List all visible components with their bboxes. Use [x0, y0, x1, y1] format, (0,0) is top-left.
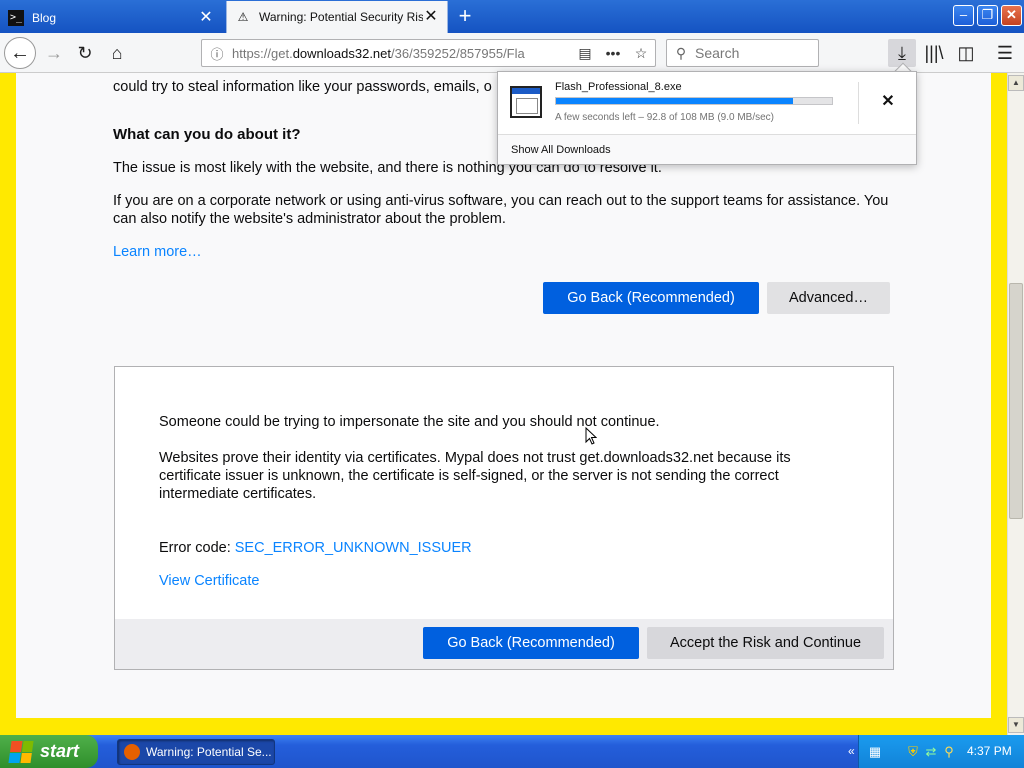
reload-button[interactable]: ↻	[71, 39, 99, 67]
menu-button[interactable]: ☰	[991, 39, 1019, 67]
url-path: /36/359252/857955/Fla	[391, 45, 525, 61]
error-code-line: Error code: SEC_ERROR_UNKNOWN_ISSUER	[159, 539, 472, 557]
tab-warning[interactable]: ⚠ Warning: Potential Security Risk Ah ✕	[226, 1, 448, 33]
accept-risk-button[interactable]: Accept the Risk and Continue	[647, 627, 884, 659]
view-certificate-link[interactable]: View Certificate	[159, 572, 259, 590]
download-icon: ⤓	[898, 42, 906, 63]
cut-off-paragraph: could try to steal information like your…	[113, 79, 492, 95]
taskbar-item-label: Warning: Potential Se...	[146, 745, 272, 759]
browser-icon	[124, 744, 140, 760]
download-progress-bar	[555, 97, 833, 105]
security-shield-icon[interactable]: ⛨	[905, 744, 921, 760]
home-button[interactable]: ⌂	[103, 39, 131, 67]
warning-icon: ⚠	[237, 10, 249, 24]
tab-label: Warning: Potential Security Risk Ah	[259, 10, 423, 24]
bookmark-star-icon[interactable]: ☆	[627, 45, 655, 62]
learn-more-link[interactable]: Learn more…	[113, 243, 202, 261]
taskbar-item-browser[interactable]: Warning: Potential Se...	[117, 739, 275, 765]
error-code-label: Error code:	[159, 540, 235, 556]
search-input[interactable]: ⚲ Search	[666, 39, 819, 67]
download-status: A few seconds left – 92.8 of 108 MB (9.0…	[555, 112, 774, 123]
tab-blog[interactable]: >_ Blog ✕	[0, 2, 222, 33]
download-filename: Flash_Professional_8.exe	[555, 81, 682, 93]
advanced-button[interactable]: Advanced…	[767, 282, 890, 314]
library-button[interactable]: |||\	[920, 39, 948, 67]
sidebar-icon: ◫	[957, 42, 975, 63]
new-tab-button[interactable]: +	[452, 5, 478, 29]
navigation-toolbar: ← → ↻ ⌂ ⓘ https://get.downloads32.net/36…	[0, 33, 1024, 73]
corporate-network-paragraph: If you are on a corporate network or usi…	[113, 193, 889, 227]
reader-view-icon[interactable]: ▤	[571, 45, 599, 62]
url-text[interactable]: https://get.downloads32.net/36/359252/85…	[232, 46, 571, 61]
hamburger-menu-icon: ☰	[996, 42, 1014, 63]
what-can-you-do-heading: What can you do about it?	[113, 126, 301, 143]
taskbar: start Warning: Potential Se... « ▦ ⛨ ⇄ ⚲…	[0, 735, 1024, 768]
home-icon: ⌂	[111, 42, 123, 63]
terminal-icon: >_	[8, 9, 24, 26]
clock: 4:37 PM	[967, 744, 1012, 758]
error-page: could try to steal information like your…	[16, 73, 991, 718]
url-bar[interactable]: ⓘ https://get.downloads32.net/36/359252/…	[201, 39, 656, 67]
tray-expand-icon[interactable]: «	[848, 744, 855, 758]
forward-arrow-icon: →	[45, 42, 63, 63]
back-arrow-icon: ←	[10, 41, 30, 64]
url-prefix: https://get.	[232, 45, 293, 61]
minimize-window-button[interactable]: –	[953, 5, 974, 26]
cancel-download-icon[interactable]: ✕	[878, 92, 898, 112]
close-tab-icon[interactable]: ✕	[423, 9, 439, 25]
forward-button[interactable]: →	[40, 39, 68, 67]
start-label: start	[40, 741, 80, 761]
search-placeholder: Search	[695, 45, 740, 61]
close-tab-icon[interactable]: ✕	[198, 9, 214, 26]
page-viewport: could try to steal information like your…	[0, 73, 1007, 735]
scroll-down-arrow-icon[interactable]: ▼	[1008, 717, 1024, 733]
advanced-panel: Someone could be trying to impersonate t…	[114, 366, 894, 670]
scrollbar-thumb[interactable]	[1009, 283, 1023, 519]
downloads-panel: Flash_Professional_8.exe A few seconds l…	[497, 71, 917, 165]
download-item[interactable]: Flash_Professional_8.exe A few seconds l…	[498, 72, 916, 134]
tab-label: Blog	[32, 10, 57, 25]
divider	[858, 82, 859, 124]
network-icon[interactable]: ⇄	[923, 744, 939, 760]
windows-logo-icon	[8, 740, 34, 763]
system-tray: ▦ ⛨ ⇄ ⚲ 4:37 PM	[858, 735, 1024, 768]
tab-strip: >_ Blog ✕ ⚠ Warning: Potential Security …	[0, 0, 1024, 33]
sidebar-button[interactable]: ◫	[952, 39, 980, 67]
download-progress-fill	[556, 98, 794, 104]
start-button[interactable]: start	[0, 735, 98, 768]
advanced-panel-footer: Go Back (Recommended) Accept the Risk an…	[115, 619, 893, 669]
mouse-cursor-icon	[585, 427, 597, 445]
show-all-downloads-button[interactable]: Show All Downloads	[498, 134, 916, 164]
executable-file-icon	[510, 86, 542, 118]
error-code-link[interactable]: SEC_ERROR_UNKNOWN_ISSUER	[235, 540, 472, 556]
search-icon: ⚲	[675, 44, 687, 61]
certificate-explanation: Websites prove their identity via certif…	[159, 450, 791, 502]
back-button[interactable]: ←	[4, 37, 36, 69]
library-icon: |||\	[924, 42, 944, 63]
vertical-scrollbar[interactable]: ▲ ▼	[1007, 73, 1024, 735]
maximize-window-button[interactable]: ❐	[977, 5, 998, 26]
go-back-button[interactable]: Go Back (Recommended)	[543, 282, 759, 314]
search-tray-icon[interactable]: ⚲	[941, 744, 957, 760]
go-back-button[interactable]: Go Back (Recommended)	[423, 627, 639, 659]
url-domain: downloads32.net	[292, 45, 392, 61]
page-actions-icon[interactable]: •••	[599, 45, 627, 61]
reload-icon: ↻	[77, 42, 93, 63]
site-info-icon[interactable]: ⓘ	[202, 44, 232, 63]
keyboard-icon[interactable]: ▦	[867, 744, 883, 760]
close-window-button[interactable]: ✕	[1001, 5, 1022, 26]
scroll-up-arrow-icon[interactable]: ▲	[1008, 75, 1024, 91]
